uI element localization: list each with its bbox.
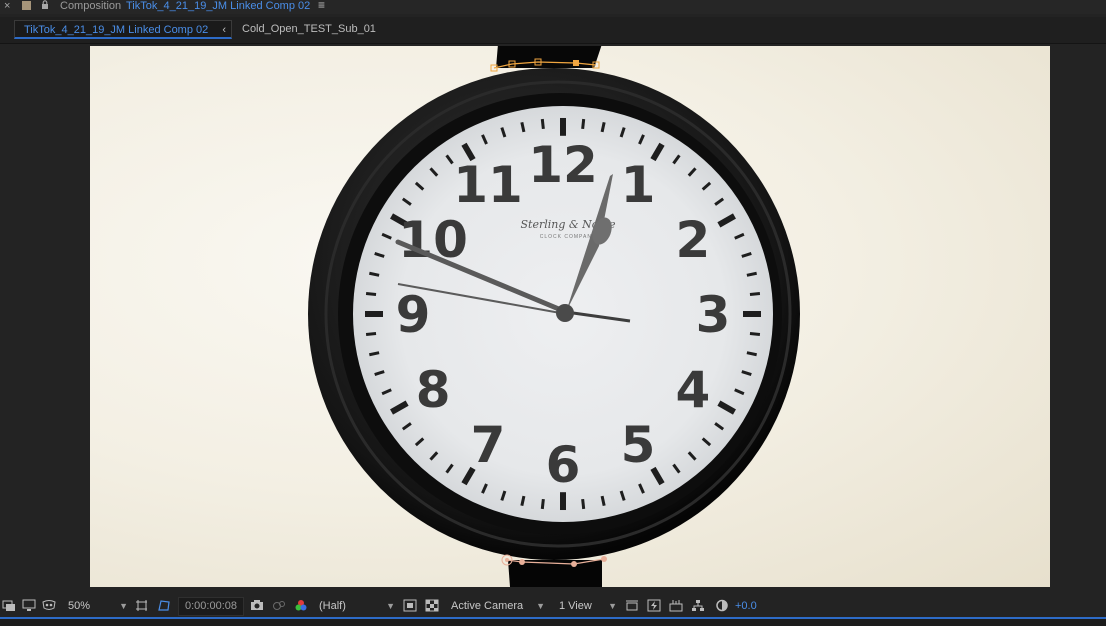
snapshot-camera-icon[interactable] xyxy=(250,599,264,612)
strap-top xyxy=(496,46,602,68)
tab-cold-open[interactable]: Cold_Open_TEST_Sub_01 xyxy=(242,20,376,39)
minute-tick xyxy=(600,495,606,507)
minute-tick xyxy=(365,292,377,297)
composition-tab-bar: TikTok_4_21_19_JM Linked Comp 02 ‹ Cold_… xyxy=(0,17,1106,44)
lock-icon[interactable] xyxy=(40,0,50,10)
minute-tick xyxy=(540,118,545,130)
clock-brand-sub: CLOCK COMPANY xyxy=(540,234,597,240)
clock-numeral: 8 xyxy=(416,361,451,419)
clock-numeral: 7 xyxy=(471,416,506,474)
panel-menu-button[interactable]: ≡ xyxy=(318,0,325,11)
always-preview-icon[interactable] xyxy=(2,599,16,612)
clock-footage: 12 1234567891011 Sterling & Noble CLOCK C… xyxy=(308,46,800,587)
minute-tick xyxy=(365,331,377,336)
pixel-aspect-icon[interactable] xyxy=(625,599,639,612)
region-of-interest-icon[interactable] xyxy=(135,599,149,612)
panel-bottom xyxy=(0,619,1106,626)
panel-label: Composition xyxy=(60,0,122,12)
minute-tick xyxy=(600,121,606,133)
camera-view-value: Active Camera xyxy=(451,600,524,612)
monitor-icon[interactable] xyxy=(22,599,36,612)
mask-visibility-icon[interactable] xyxy=(42,599,56,612)
chevron-down-icon: ▼ xyxy=(386,601,395,611)
minute-tick xyxy=(540,498,545,510)
clock-numeral: 12 xyxy=(528,136,598,194)
flowchart-icon[interactable] xyxy=(691,599,705,612)
minute-tick xyxy=(369,351,380,357)
viewer-toolbar: 50% ▼ 0:00:00:08 (Half) ▼ Active Camera … xyxy=(0,595,1106,617)
magnification-value: 50% xyxy=(68,600,91,612)
view-layout-value: 1 View xyxy=(559,600,592,612)
panel-titlebar: × Composition TikTok_4_21_19_JM Linked C… xyxy=(0,0,1106,14)
minute-tick xyxy=(520,121,526,133)
resolution-value: (Half) xyxy=(319,600,346,612)
tab-tiktok-linked-comp[interactable]: TikTok_4_21_19_JM Linked Comp 02 ‹ xyxy=(14,20,232,39)
clock-numeral: 9 xyxy=(396,286,431,344)
clock-numeral: 5 xyxy=(621,416,656,474)
reset-exposure-icon[interactable] xyxy=(715,599,729,612)
minute-tick xyxy=(749,292,761,297)
timecode-display[interactable]: 0:00:00:08 xyxy=(178,597,244,616)
hand-pivot xyxy=(556,304,574,322)
transparency-grid-icon[interactable] xyxy=(425,599,439,612)
minute-tick xyxy=(746,271,757,277)
composition-name: TikTok_4_21_19_JM Linked Comp 02 xyxy=(126,0,311,12)
magnification-dropdown[interactable]: 50% ▼ xyxy=(68,597,128,615)
close-panel-button[interactable]: × xyxy=(4,0,10,12)
clock-numeral: 1 xyxy=(621,156,656,214)
clock-numeral: 6 xyxy=(546,436,581,494)
color-channels-icon[interactable] xyxy=(294,599,308,612)
fast-preview-bolt-icon[interactable] xyxy=(647,599,661,612)
chevron-down-icon: ▼ xyxy=(119,601,128,611)
minute-tick xyxy=(581,498,586,510)
exposure-value[interactable]: +0.0 xyxy=(735,597,757,615)
chevron-down-icon: ▼ xyxy=(536,601,545,611)
clock-numeral: 4 xyxy=(676,361,711,419)
minute-tick xyxy=(581,118,586,130)
minute-tick xyxy=(369,271,380,277)
view-layout-dropdown[interactable]: 1 View ▼ xyxy=(559,597,617,615)
composition-frame[interactable]: 12 1 2 3 4 5 6 7 8 9 10 11 Sterling & Noble CLOCK C… xyxy=(90,46,1050,587)
clock-numeral: 2 xyxy=(676,211,711,269)
resolution-dropdown[interactable]: (Half) ▼ xyxy=(319,597,395,615)
tab-label: TikTok_4_21_19_JM Linked Comp 02 xyxy=(24,24,209,36)
clock-numeral: 11 xyxy=(453,156,523,214)
label-color-swatch xyxy=(22,1,31,10)
timeline-icon[interactable] xyxy=(669,599,683,612)
minute-tick xyxy=(749,331,761,336)
chevron-down-icon: ▼ xyxy=(608,601,617,611)
fast-previews-icon[interactable] xyxy=(403,599,417,612)
composition-viewer[interactable]: 12 1 2 3 4 5 6 7 8 9 10 11 Sterling & Noble CLOCK C… xyxy=(0,44,1106,590)
minute-tick xyxy=(746,351,757,357)
minute-tick xyxy=(520,495,526,507)
show-snapshot-icon[interactable] xyxy=(272,599,286,612)
chevron-left-icon[interactable]: ‹ xyxy=(222,21,226,40)
toggle-mask-path-icon[interactable] xyxy=(157,599,171,612)
clock-numeral: 3 xyxy=(696,286,731,344)
camera-view-dropdown[interactable]: Active Camera ▼ xyxy=(451,597,545,615)
clock-numeral: 10 xyxy=(398,211,468,269)
